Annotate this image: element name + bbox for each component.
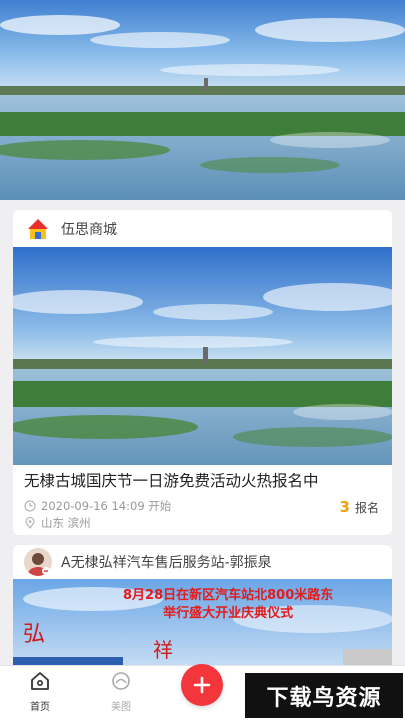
hero-image[interactable] [0,0,405,200]
lake-landscape-image [0,0,405,200]
shop-logo-icon [24,214,52,243]
card-header[interactable]: 伍思商城 [13,210,392,247]
banner-line-2: 举行盛大开业庆典仪式 [163,606,294,621]
banner-line-1: 8月28日在新区汽车站北800米路东 [123,588,334,603]
user-avatar [24,548,52,576]
event-location: 山东 滨州 [24,515,91,531]
signup-label: 报名 [354,501,379,515]
event-card[interactable]: 伍思商城 无棣古城国庆节一日游免费活动火热报名中 2020-09-16 14:0… [13,210,392,535]
lake-landscape-image [13,247,392,465]
card-header[interactable]: A无棣弘祥汽车售后服务站-郭振泉 [13,545,392,579]
banner-caption: 8月28日在新区汽车站北800米路东 举行盛大开业庆典仪式 [123,587,333,623]
event-card[interactable]: A无棣弘祥汽车售后服务站-郭振泉 弘 祥 8月28日在新区汽车站北800米路东 … [13,545,392,675]
event-banner-image[interactable]: 弘 祥 8月28日在新区汽车站北800米路东 举行盛大开业庆典仪式 [13,579,392,675]
shop-name[interactable]: 伍思商城 [61,219,117,239]
svg-text:祥: 祥 [153,638,173,662]
signup-number: 3 [339,498,350,516]
shop-name[interactable]: A无棣弘祥汽车售后服务站-郭振泉 [61,552,272,572]
event-image[interactable] [13,247,392,465]
home-icon [31,672,49,690]
signup-count: 3 报名 [340,498,379,516]
event-title[interactable]: 无棣古城国庆节一日游免费活动火热报名中 [24,469,319,491]
tab-home-label: 首页 [30,702,50,713]
location-pin-icon [25,517,35,529]
watermark-logo: 下载鸟资源 [245,673,403,718]
event-datetime: 2020-09-16 14:09 开始 [24,498,171,514]
plus-icon [193,676,211,694]
clock-icon [24,500,36,512]
svg-text:弘: 弘 [23,622,45,647]
tab-pics[interactable]: 美图 [91,666,151,713]
add-button[interactable] [181,664,223,706]
datetime-text: 2020-09-16 14:09 开始 [41,499,172,513]
tab-home[interactable]: 首页 [10,666,70,713]
picture-icon [112,672,130,690]
location-text: 山东 滨州 [41,516,91,530]
tab-pics-label: 美图 [111,702,131,713]
